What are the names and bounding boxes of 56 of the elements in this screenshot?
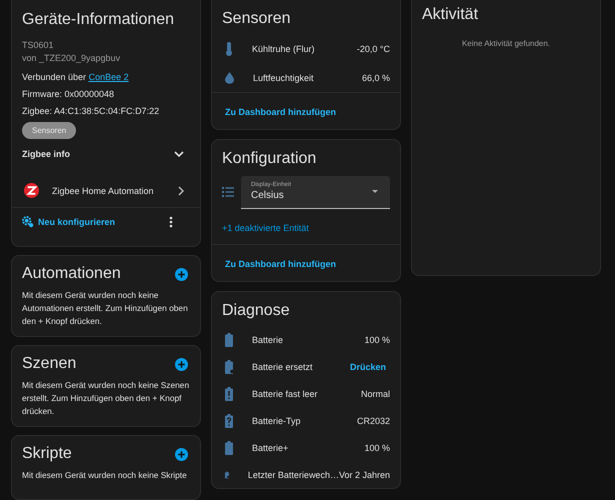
battery-alert-icon	[225, 386, 233, 400]
battery-sync-icon	[225, 360, 233, 374]
entity-value: -20,0 °C	[356, 44, 390, 54]
firmware-text: Firmware: 0x00000048	[22, 89, 116, 99]
card-title: Skripte	[22, 445, 72, 463]
zigbee-logo-icon	[24, 183, 39, 198]
thermometer-icon	[225, 42, 233, 56]
card-title: Geräte-Informationen	[22, 11, 176, 29]
entity-name[interactable]: Letzter Batteriewech…	[248, 470, 339, 480]
card-title: Automationen	[22, 265, 121, 283]
entity-name[interactable]: Batterie-Typ	[252, 416, 357, 426]
entity-value: 100 %	[364, 334, 390, 344]
manufacturer-text: von _TZE200_9yapgbuv	[22, 52, 122, 65]
battery-icon	[225, 440, 233, 454]
zigbee-address: Zigbee: A4:C1:38:5C:04:FC:D7:22	[22, 106, 160, 116]
card-title: Sensoren	[221, 9, 292, 29]
zigbee-info-toggle[interactable]: Zigbee info	[22, 149, 190, 159]
entity-value: CR2032	[356, 416, 390, 426]
integration-item[interactable]: Zigbee Home Automation	[12, 183, 200, 208]
add-icon[interactable]	[175, 448, 188, 460]
card-title: Aktivität	[422, 6, 480, 24]
reconfigure-button[interactable]: Neu konfigurieren	[21, 215, 116, 228]
card-title: Konfiguration	[221, 149, 318, 169]
card-title: Szenen	[22, 355, 76, 373]
entity-name[interactable]: Kühltruhe (Flur)	[252, 44, 357, 54]
model-text: TS0601	[22, 39, 55, 52]
empty-message: Mit diesem Gerät wurden noch keine Automationen erstellt. Zum Hinzufügen oben den + Knopf drücken.	[22, 289, 189, 328]
chevron-right-icon	[178, 186, 184, 196]
entity-name[interactable]: Batterie ersetzt	[252, 362, 346, 372]
connected-label: Verbunden über	[22, 72, 86, 82]
entity-name[interactable]: Luftfeuchtigkeit	[253, 72, 362, 82]
entity-value: 100 %	[364, 442, 390, 452]
empty-message: Keine Aktivität gefunden.	[460, 39, 552, 48]
chevron-icon	[174, 151, 184, 157]
battery-question-icon	[225, 414, 233, 428]
entity-value: Normal	[360, 388, 390, 398]
card-title: Diagnose	[221, 301, 291, 321]
battery-icon	[225, 332, 233, 346]
add-icon[interactable]	[175, 268, 188, 280]
press-button[interactable]: Drücken	[346, 362, 390, 372]
empty-message: Mit diesem Gerät wurden noch keine Skripte	[22, 469, 188, 482]
entity-name[interactable]: Batterie fast leer	[252, 388, 361, 398]
entity-name[interactable]: Batterie	[252, 334, 364, 344]
entity-name[interactable]: Batterie+	[252, 442, 364, 452]
add-to-dashboard-link[interactable]: Zu Dashboard hinzufügen	[225, 259, 336, 269]
water-drop-icon	[225, 72, 234, 84]
connected-link[interactable]: ConBee 2	[88, 72, 129, 82]
dropdown-arrow-icon	[372, 190, 378, 193]
entity-value: Vor 2 Jahren	[338, 470, 390, 480]
add-to-dashboard-link[interactable]: Zu Dashboard hinzufügen	[225, 107, 336, 117]
empty-message: Mit diesem Gerät wurden noch keine Szenen erstellt. Zum Hinzufügen oben den + Knopf drücken.	[22, 379, 190, 418]
list-icon	[222, 187, 234, 197]
more-menu-icon[interactable]	[169, 216, 173, 228]
add-icon[interactable]	[175, 358, 188, 370]
entity-value: 66,0 %	[362, 72, 390, 82]
gear-icon	[21, 215, 34, 228]
